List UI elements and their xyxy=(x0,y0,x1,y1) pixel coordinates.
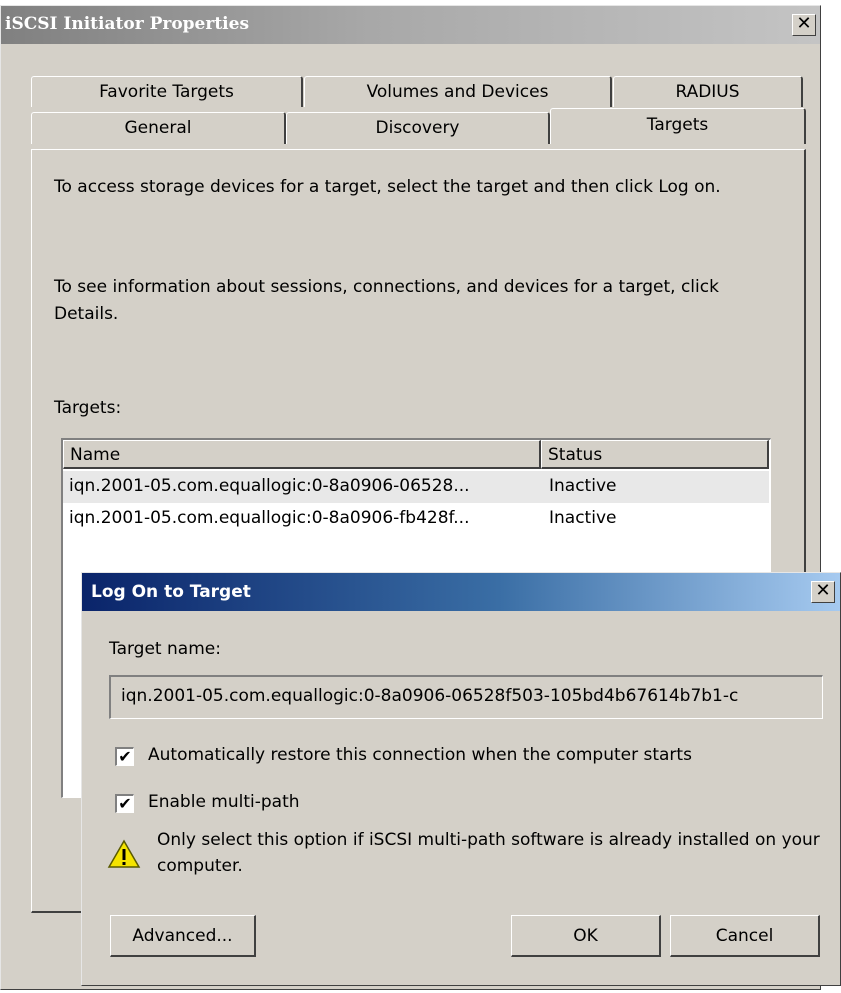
tab-favorite-targets[interactable]: Favorite Targets xyxy=(31,76,303,107)
instructions-login: To access storage devices for a target, … xyxy=(54,177,721,197)
multipath-checkbox[interactable]: ✔ xyxy=(115,794,134,813)
tab-label: Volumes and Devices xyxy=(366,82,549,102)
table-row[interactable]: iqn.2001-05.com.equallogic:0-8a0906-fb42… xyxy=(63,503,769,535)
tab-label: Discovery xyxy=(375,118,460,138)
tab-discovery[interactable]: Discovery xyxy=(286,112,550,144)
target-status-cell: Inactive xyxy=(549,508,617,528)
target-status-cell: Inactive xyxy=(549,476,617,496)
target-name-cell: iqn.2001-05.com.equallogic:0-8a0906-0652… xyxy=(69,476,470,496)
main-title-bar: iSCSI Initiator Properties ✕ xyxy=(1,6,820,44)
tab-label: RADIUS xyxy=(675,82,740,102)
column-header-name[interactable]: Name xyxy=(63,440,541,469)
targets-label: Targets: xyxy=(54,398,122,418)
instructions-details: To see information about sessions, conne… xyxy=(54,277,719,324)
multipath-warning-text: Only select this option if iSCSI multi-p… xyxy=(157,830,820,876)
dialog-title-bar: Log On to Target ✕ xyxy=(82,573,840,611)
auto-restore-label[interactable]: Automatically restore this connection wh… xyxy=(148,745,692,765)
cancel-button[interactable]: Cancel xyxy=(670,915,820,957)
tab-label: Targets xyxy=(646,115,709,135)
warning-icon xyxy=(107,839,141,869)
dialog-close-button[interactable]: ✕ xyxy=(811,581,835,603)
target-name-cell: iqn.2001-05.com.equallogic:0-8a0906-fb42… xyxy=(69,508,470,528)
cancel-button-label: Cancel xyxy=(715,926,774,946)
tab-volumes-and-devices[interactable]: Volumes and Devices xyxy=(304,76,612,107)
advanced-button[interactable]: Advanced... xyxy=(110,915,256,957)
advanced-button-label: Advanced... xyxy=(132,926,233,946)
close-icon: ✕ xyxy=(815,580,831,601)
ok-button-label: OK xyxy=(573,926,598,946)
target-name-label: Target name: xyxy=(109,639,221,659)
column-header-label: Status xyxy=(548,445,603,465)
tab-targets[interactable]: Targets xyxy=(550,108,806,144)
column-header-status[interactable]: Status xyxy=(541,440,769,469)
main-window-title: iSCSI Initiator Properties xyxy=(5,14,250,34)
main-close-button[interactable]: ✕ xyxy=(792,14,816,36)
log-on-to-target-dialog: Log On to Target ✕ Target name: iqn.2001… xyxy=(81,572,841,986)
multipath-label[interactable]: Enable multi-path xyxy=(148,792,300,812)
target-name-field[interactable]: iqn.2001-05.com.equallogic:0-8a0906-0652… xyxy=(109,675,823,719)
tab-radius[interactable]: RADIUS xyxy=(613,76,803,107)
table-row[interactable]: iqn.2001-05.com.equallogic:0-8a0906-0652… xyxy=(63,471,769,503)
tab-general[interactable]: General xyxy=(31,112,286,144)
tab-label: General xyxy=(124,118,192,138)
column-header-label: Name xyxy=(70,445,121,465)
tab-label: Favorite Targets xyxy=(99,82,234,102)
ok-button[interactable]: OK xyxy=(511,915,661,957)
close-icon: ✕ xyxy=(796,13,812,34)
checkmark-icon: ✔ xyxy=(118,794,132,813)
dialog-title: Log On to Target xyxy=(91,582,251,602)
auto-restore-checkbox[interactable]: ✔ xyxy=(115,747,134,766)
checkmark-icon: ✔ xyxy=(118,747,132,766)
